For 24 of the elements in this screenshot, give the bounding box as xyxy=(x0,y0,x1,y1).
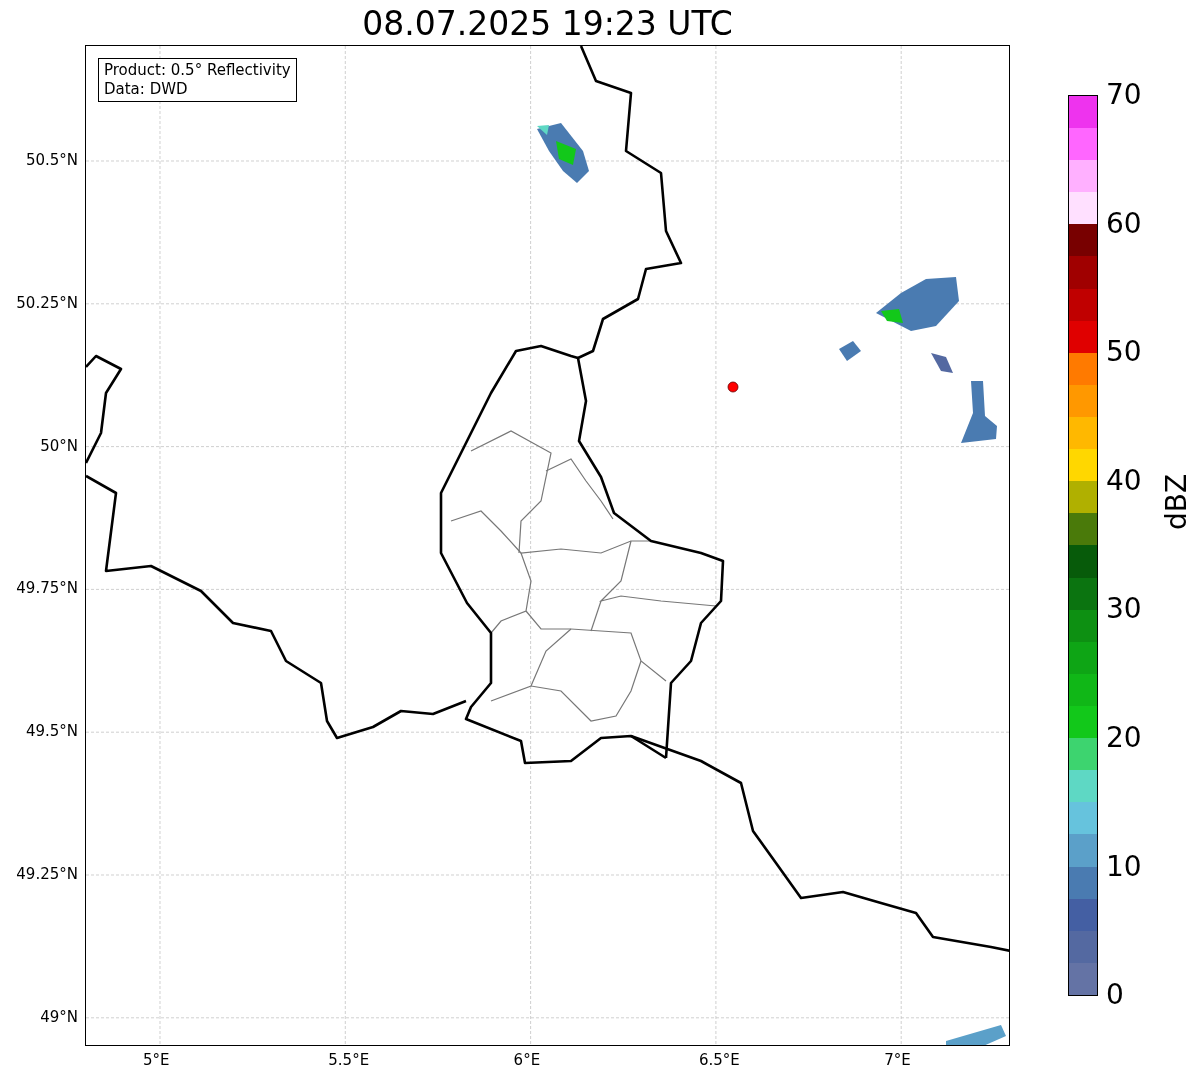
latitude-label: 50°N xyxy=(40,436,78,455)
colorbar-tick-label: 60 xyxy=(1106,207,1142,240)
colorbar-tick-label: 40 xyxy=(1106,464,1142,497)
latitude-label: 50.5°N xyxy=(25,151,78,169)
colorbar-tick-label: 20 xyxy=(1106,722,1142,754)
longitude-label: 6°E xyxy=(513,1051,541,1069)
colorbar-tick-label: 30 xyxy=(1106,593,1142,626)
info-text: Product: 0.5° Reflectivity xyxy=(104,61,291,80)
latitude-label: 49°N xyxy=(40,1007,78,1026)
colorbar-tick-label: 50 xyxy=(1106,336,1142,369)
longitude-label: 5.5°E xyxy=(328,1051,370,1069)
colorbar-tick-label: 0 xyxy=(1106,979,1124,1012)
latitude-label: 50.25°N xyxy=(16,293,78,312)
info-text: Data: DWD xyxy=(104,80,189,99)
colorbar-label: dBZ xyxy=(1160,473,1193,530)
longitude-label: 6.5°E xyxy=(698,1051,740,1069)
colorbar-tick-label: 70 xyxy=(1106,79,1142,111)
latitude-label: 49.25°N xyxy=(16,865,78,883)
chart-title: 08.07.2025 19:23 UTC xyxy=(361,3,734,45)
longitude-label: 7°E xyxy=(884,1051,911,1069)
colorbar-tick-label: 10 xyxy=(1106,850,1142,883)
latitude-label: 49.5°N xyxy=(25,722,78,741)
latitude-label: 49.75°N xyxy=(16,579,78,598)
longitude-label: 5°E xyxy=(143,1051,170,1069)
